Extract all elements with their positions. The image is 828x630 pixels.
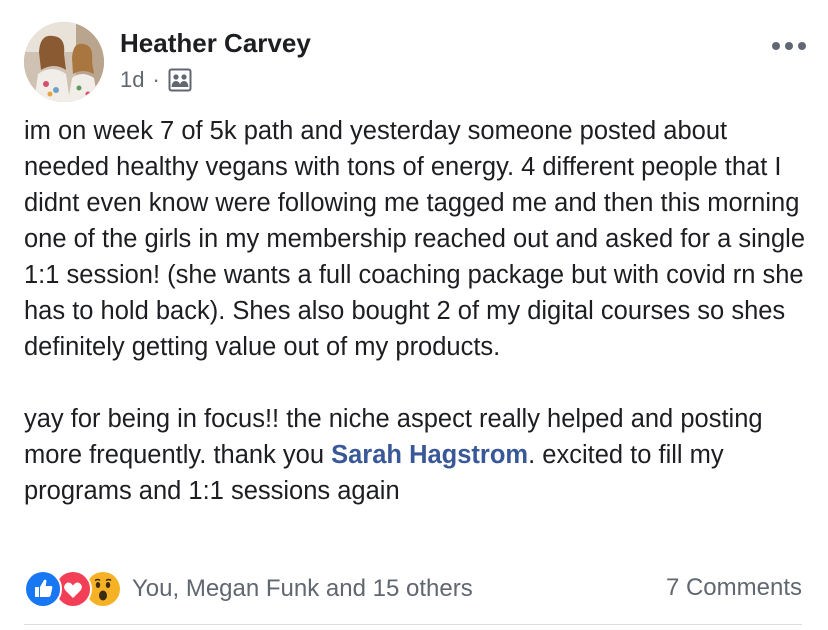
- post-body: im on week 7 of 5k path and yesterday so…: [24, 113, 814, 509]
- author-name[interactable]: Heather Carvey: [120, 28, 311, 59]
- reactions-summary[interactable]: You, Megan Funk and 15 others: [24, 570, 473, 608]
- meta-separator: ·: [152, 67, 160, 92]
- post-timestamp[interactable]: 1d: [120, 67, 144, 93]
- like-icon: [24, 570, 62, 608]
- post-paragraph: yay for being in focus!! the niche aspec…: [24, 401, 814, 509]
- divider: [24, 624, 802, 625]
- comments-count-link[interactable]: 7 Comments: [666, 574, 802, 602]
- post-meta: 1d ·: [120, 66, 192, 94]
- post-paragraph: im on week 7 of 5k path and yesterday so…: [24, 117, 806, 361]
- reactors-text[interactable]: You, Megan Funk and 15 others: [132, 575, 473, 603]
- more-options-icon[interactable]: [772, 40, 806, 52]
- profile-photo: [24, 22, 104, 102]
- feed-post: Heather Carvey 1d · im on week 7 of 5k p…: [0, 0, 828, 630]
- author-avatar[interactable]: [24, 22, 104, 102]
- group-members-icon[interactable]: [168, 68, 192, 92]
- mention-link[interactable]: Sarah Hagstrom: [331, 441, 528, 469]
